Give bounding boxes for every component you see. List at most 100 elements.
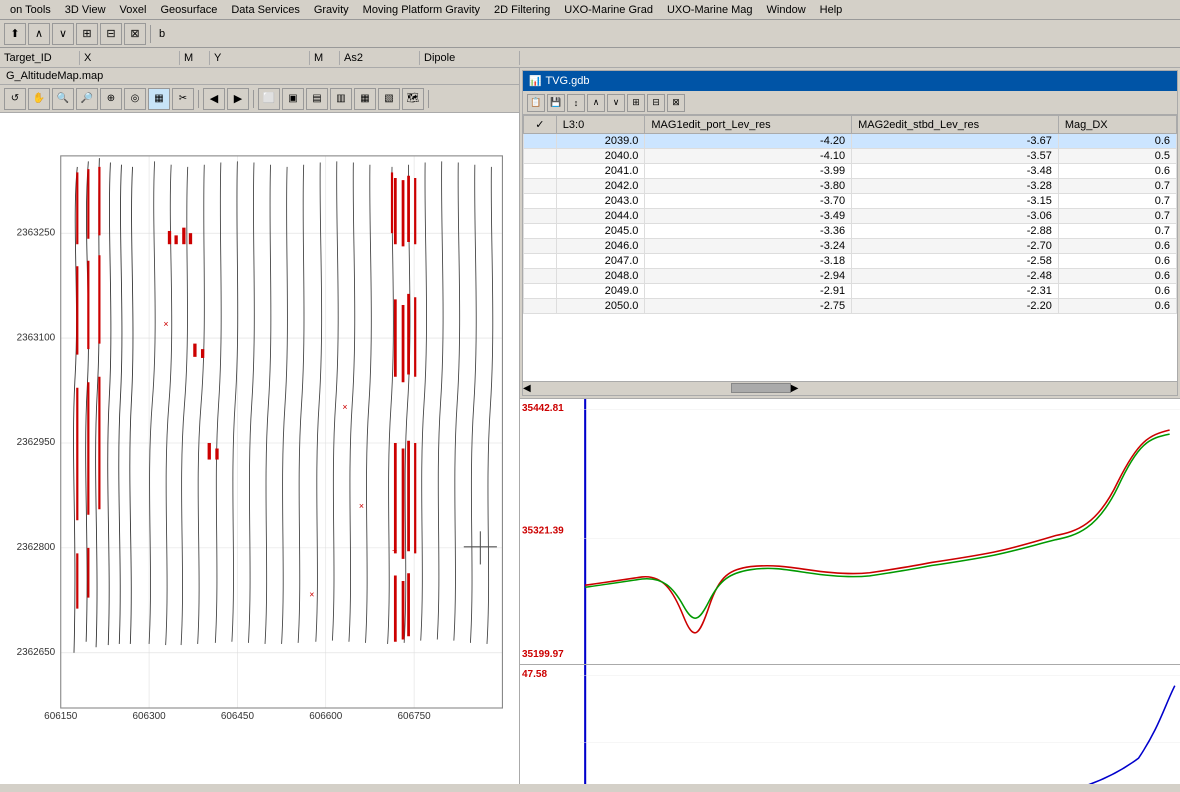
table-row[interactable]: 2041.0 -3.99 -3.48 0.6 [524, 164, 1177, 179]
map-btn-next[interactable]: ▶ [227, 88, 249, 110]
table-row[interactable]: 2040.0 -4.10 -3.57 0.5 [524, 149, 1177, 164]
table-row[interactable]: 2043.0 -3.70 -3.15 0.7 [524, 194, 1177, 209]
svg-text:606600: 606600 [309, 711, 343, 722]
menu-window[interactable]: Window [761, 3, 812, 17]
toolbar-text: b [155, 28, 169, 40]
table-row[interactable]: 2048.0 -2.94 -2.48 0.6 [524, 269, 1177, 284]
map-btn-frame3[interactable]: ▤ [306, 88, 328, 110]
cell-l3: 2039.0 [556, 134, 645, 149]
table-row[interactable]: 2050.0 -2.75 -2.20 0.6 [524, 299, 1177, 314]
map-btn-6[interactable]: ◎ [124, 88, 146, 110]
th-l3: L3:0 [556, 116, 645, 134]
svg-text:+: + [392, 545, 397, 555]
menu-data-services[interactable]: Data Services [225, 3, 305, 17]
cell-mag2: -3.06 [852, 209, 1059, 224]
map-btn-8[interactable]: ✂ [172, 88, 194, 110]
cell-mag1: -2.91 [645, 284, 852, 299]
table-row[interactable]: 2039.0 -4.20 -3.67 0.6 [524, 134, 1177, 149]
menu-bar: on Tools 3D View Voxel Geosurface Data S… [0, 0, 1180, 20]
map-btn-1[interactable]: ↺ [4, 88, 26, 110]
menu-3d-view[interactable]: 3D View [59, 3, 112, 17]
cell-mag2: -2.58 [852, 254, 1059, 269]
cell-check [524, 299, 557, 314]
cell-check [524, 164, 557, 179]
svg-text:606450: 606450 [221, 711, 255, 722]
cell-magdx: 0.7 [1058, 194, 1176, 209]
col-header-y-mark: M [310, 51, 340, 65]
map-btn-frame[interactable]: ⬜ [258, 88, 280, 110]
cell-l3: 2048.0 [556, 269, 645, 284]
cell-l3: 2049.0 [556, 284, 645, 299]
chart2-y-top: 47.58 [522, 669, 547, 680]
tvg-btn-2[interactable]: 💾 [547, 94, 565, 112]
toolbar-btn-3[interactable]: ∨ [52, 23, 74, 45]
map-btn-frame2[interactable]: ▣ [282, 88, 304, 110]
table-row[interactable]: 2047.0 -3.18 -2.58 0.6 [524, 254, 1177, 269]
scrollbar-area[interactable]: ◀ ▶ [523, 381, 1177, 395]
tvg-btn-sel[interactable]: ⊠ [667, 94, 685, 112]
cell-check [524, 224, 557, 239]
table-row[interactable]: 2049.0 -2.91 -2.31 0.6 [524, 284, 1177, 299]
map-btn-frame4[interactable]: ▥ [330, 88, 352, 110]
map-btn-2[interactable]: ✋ [28, 88, 50, 110]
cell-mag1: -2.94 [645, 269, 852, 284]
scroll-left[interactable]: ◀ [523, 383, 531, 394]
tvg-btn-1[interactable]: 📋 [527, 94, 545, 112]
menu-uxo-marine-grad[interactable]: UXO-Marine Grad [558, 3, 659, 17]
map-btn-3[interactable]: 🔍 [52, 88, 74, 110]
svg-text:606150: 606150 [44, 711, 78, 722]
menu-moving-platform[interactable]: Moving Platform Gravity [357, 3, 486, 17]
cell-mag2: -3.57 [852, 149, 1059, 164]
map-btn-5[interactable]: ⊕ [100, 88, 122, 110]
toolbar-btn-4[interactable]: ⊞ [76, 23, 98, 45]
tvg-btn-3[interactable]: ↕ [567, 94, 585, 112]
svg-text:2363100: 2363100 [17, 332, 56, 343]
menu-geosurface[interactable]: Geosurface [154, 3, 223, 17]
map-btn-prev[interactable]: ◀ [203, 88, 225, 110]
svg-text:×: × [309, 590, 314, 600]
map-btn-frame5[interactable]: ▦ [354, 88, 376, 110]
menu-gravity[interactable]: Gravity [308, 3, 355, 17]
menu-help[interactable]: Help [814, 3, 849, 17]
scroll-right[interactable]: ▶ [791, 383, 799, 394]
tvg-btn-col[interactable]: ⊞ [627, 94, 645, 112]
svg-text:606300: 606300 [133, 711, 167, 722]
map-btn-extra[interactable]: 🗺 [402, 88, 424, 110]
menu-on-tools[interactable]: on Tools [4, 3, 57, 17]
table-row[interactable]: 2044.0 -3.49 -3.06 0.7 [524, 209, 1177, 224]
table-row[interactable]: 2045.0 -3.36 -2.88 0.7 [524, 224, 1177, 239]
toolbar-btn-2[interactable]: ∧ [28, 23, 50, 45]
col-header-as2: As2 [340, 51, 420, 65]
toolbar-btn-1[interactable]: ⬆ [4, 23, 26, 45]
cell-magdx: 0.7 [1058, 209, 1176, 224]
table-row[interactable]: 2042.0 -3.80 -3.28 0.7 [524, 179, 1177, 194]
menu-2d-filtering[interactable]: 2D Filtering [488, 3, 556, 17]
tvg-btn-dn[interactable]: ∨ [607, 94, 625, 112]
toolbar-btn-5[interactable]: ⊟ [100, 23, 122, 45]
cell-magdx: 0.6 [1058, 299, 1176, 314]
table-row[interactable]: 2046.0 -3.24 -2.70 0.6 [524, 239, 1177, 254]
cell-mag1: -3.80 [645, 179, 852, 194]
cell-l3: 2046.0 [556, 239, 645, 254]
map-btn-select[interactable]: ▦ [148, 88, 170, 110]
map-btn-4[interactable]: 🔎 [76, 88, 98, 110]
chart2-svg [580, 665, 1180, 784]
map-sep-2 [253, 90, 254, 108]
tvg-btn-up[interactable]: ∧ [587, 94, 605, 112]
scroll-thumb[interactable] [731, 383, 791, 393]
cell-mag1: -3.36 [645, 224, 852, 239]
cell-mag2: -2.88 [852, 224, 1059, 239]
cell-magdx: 0.6 [1058, 239, 1176, 254]
cell-check [524, 194, 557, 209]
menu-voxel[interactable]: Voxel [114, 3, 153, 17]
toolbar-btn-6[interactable]: ⊠ [124, 23, 146, 45]
cell-mag1: -4.20 [645, 134, 852, 149]
cell-mag1: -3.18 [645, 254, 852, 269]
tvg-title: TVG.gdb [545, 75, 589, 87]
cell-mag1: -3.49 [645, 209, 852, 224]
menu-uxo-marine-mag[interactable]: UXO-Marine Mag [661, 3, 759, 17]
map-btn-frame6[interactable]: ▧ [378, 88, 400, 110]
svg-text:2362950: 2362950 [17, 437, 56, 448]
tvg-btn-row[interactable]: ⊟ [647, 94, 665, 112]
tvg-toolbar: 📋 💾 ↕ ∧ ∨ ⊞ ⊟ ⊠ [523, 91, 1177, 115]
